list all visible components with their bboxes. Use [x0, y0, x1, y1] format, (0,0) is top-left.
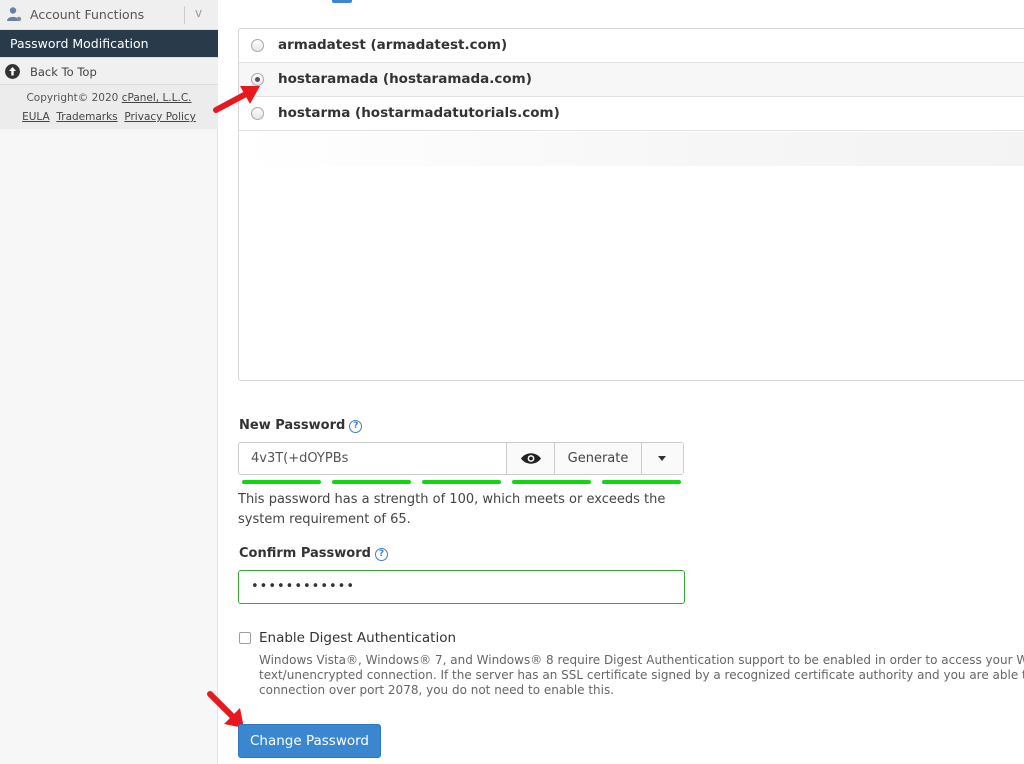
- digest-desc-line: Windows Vista®, Windows® 7, and Windows®…: [259, 653, 1024, 667]
- back-to-top-link[interactable]: Back To Top: [0, 57, 218, 85]
- copyright-line: Copyright© 2020 cPanel, L.L.C.: [0, 92, 218, 104]
- list-item[interactable]: hostarma (hostarmadatutorials.com): [239, 97, 1024, 131]
- help-icon[interactable]: ?: [349, 420, 363, 433]
- digest-desc-line: connection over port 2078, you do not ne…: [259, 683, 615, 697]
- domain-label: hostaramada (hostaramada.com): [278, 71, 532, 87]
- sidebar: Account Functions v Password Modificatio…: [0, 0, 218, 764]
- sidebar-group-account-functions[interactable]: Account Functions v: [0, 0, 218, 30]
- digest-auth-checkbox[interactable]: [239, 632, 251, 644]
- domain-label: hostarma (hostarmadatutorials.com): [278, 105, 560, 121]
- confirm-password-heading: Confirm Password?: [239, 546, 388, 561]
- strength-segment: [602, 480, 681, 484]
- arrow-up-icon: [5, 64, 20, 79]
- partial-button[interactable]: [332, 0, 352, 3]
- chevron-down-icon[interactable]: v: [195, 6, 202, 20]
- strength-segment: [242, 480, 321, 484]
- caret-down-icon: [658, 456, 666, 461]
- digest-auth-description: Windows Vista®, Windows® 7, and Windows®…: [259, 653, 1024, 698]
- password-input-group: 4v3T(+dOYPBs Generate: [238, 442, 684, 475]
- help-icon[interactable]: ?: [374, 548, 388, 561]
- cpanel-link[interactable]: cPanel, L.L.C.: [122, 92, 192, 104]
- digest-auth-label: Enable Digest Authentication: [259, 630, 457, 646]
- divider: [184, 6, 185, 24]
- confirm-password-label: Confirm Password: [239, 546, 371, 561]
- generate-options-dropdown[interactable]: [642, 443, 683, 474]
- sidebar-item-password-modification[interactable]: Password Modification: [0, 30, 218, 57]
- domain-label: armadatest (armadatest.com): [278, 37, 508, 53]
- eula-link[interactable]: EULA: [22, 111, 50, 123]
- annotation-arrow-icon: [213, 86, 260, 113]
- list-item[interactable]: armadatest (armadatest.com): [239, 29, 1024, 63]
- generate-button[interactable]: Generate: [555, 443, 642, 474]
- strength-segment: [422, 480, 501, 484]
- privacy-policy-link[interactable]: Privacy Policy: [124, 111, 196, 123]
- strength-segment: [332, 480, 411, 484]
- confirm-password-input[interactable]: ••••••••••••: [238, 570, 685, 604]
- faded-list-area: [239, 132, 1024, 166]
- user-icon: [7, 7, 22, 22]
- change-password-button[interactable]: Change Password: [238, 724, 381, 758]
- sidebar-footer: Copyright© 2020 cPanel, L.L.C. EULA Trad…: [0, 85, 218, 129]
- sidebar-group-label: Account Functions: [30, 7, 145, 22]
- show-password-button[interactable]: [507, 443, 555, 474]
- strength-description: This password has a strength of 100, whi…: [238, 492, 666, 527]
- new-password-label: New Password: [239, 418, 346, 433]
- list-item[interactable]: hostaramada (hostaramada.com): [239, 63, 1024, 97]
- copyright-text: Copyright© 2020: [26, 92, 119, 104]
- footer-links: EULA Trademarks Privacy Policy: [0, 111, 218, 123]
- strength-segment: [512, 480, 591, 484]
- new-password-input[interactable]: 4v3T(+dOYPBs: [239, 443, 507, 474]
- domain-list: armadatest (armadatest.com) hostaramada …: [238, 28, 1024, 381]
- domain-radio[interactable]: [251, 39, 264, 52]
- back-to-top-label: Back To Top: [30, 65, 97, 79]
- eye-icon: [521, 453, 541, 464]
- password-strength-meter: [242, 480, 681, 484]
- digest-desc-line: text/unencrypted connection. If the serv…: [259, 668, 1024, 682]
- new-password-heading: New Password?: [239, 418, 363, 433]
- trademarks-link[interactable]: Trademarks: [56, 111, 117, 123]
